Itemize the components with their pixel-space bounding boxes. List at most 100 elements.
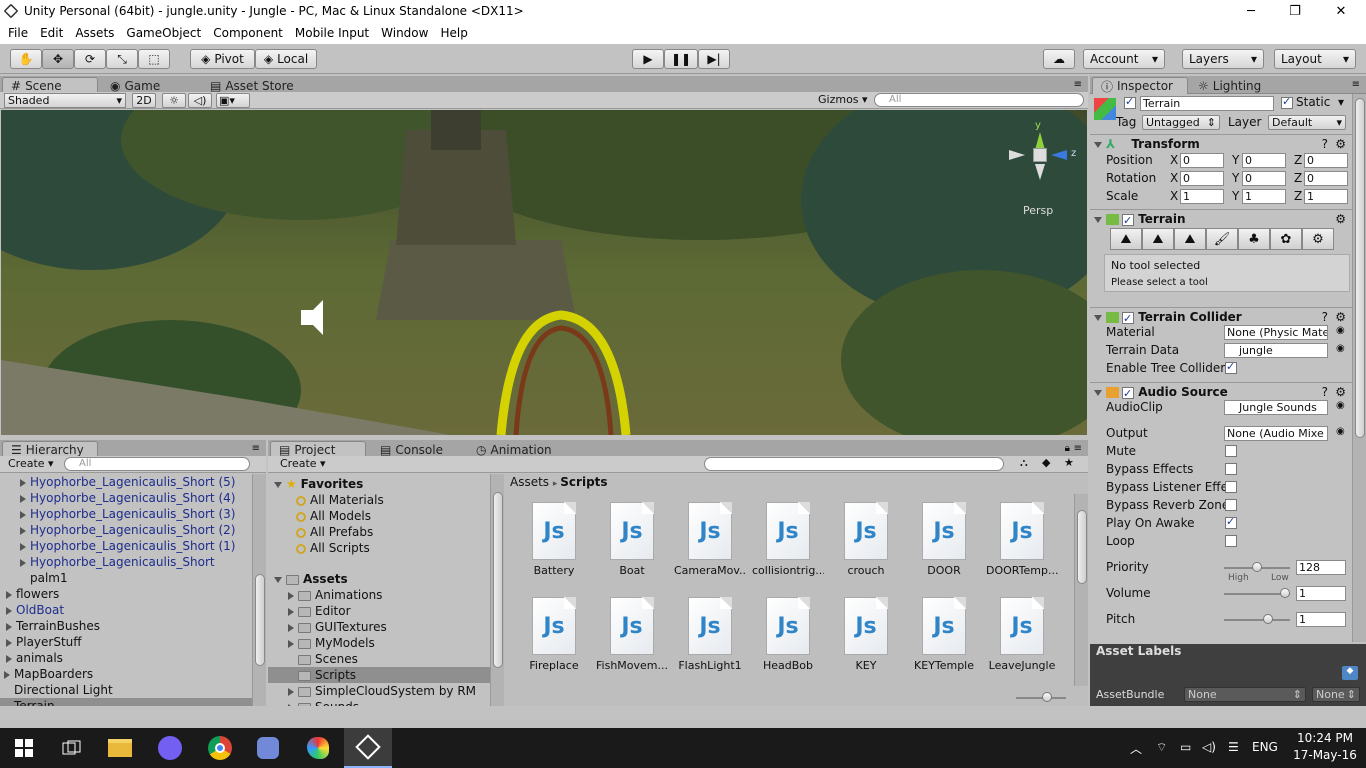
script-asset[interactable]: Js FlashLight1 [674,597,746,672]
gear-icon[interactable]: ⚙ [1335,383,1346,401]
menu-component[interactable]: Component [207,26,289,40]
project-folder[interactable]: Animations [268,587,490,603]
lock-icon[interactable]: 🔒︎ [1065,443,1070,454]
file-explorer-icon[interactable] [96,728,144,768]
pivot-toggle[interactable]: ◈ Pivot [190,49,255,69]
hierarchy-search-input[interactable]: All [64,457,250,471]
terrain-enabled-checkbox[interactable] [1122,212,1134,230]
project-folder[interactable]: MyModels [268,635,490,651]
volume-slider-knob[interactable] [1280,588,1290,598]
pitch-slider-knob[interactable] [1263,614,1274,624]
move-tool-button[interactable]: ✥ [42,49,74,69]
step-button[interactable]: ▶| [698,49,730,69]
gear-icon[interactable]: ⚙ [1335,210,1346,228]
project-folder[interactable]: Scenes [268,651,490,667]
hierarchy-item[interactable]: Hyophorbe_Lagenicaulis_Short (5) [0,474,252,490]
script-asset[interactable]: Js KEY [830,597,902,672]
action-center-icon[interactable]: ☰ [1228,740,1239,754]
menu-assets[interactable]: Assets [69,26,120,40]
audio-toggle-checkbox[interactable] [1225,463,1237,475]
minimize-button[interactable]: ─ [1228,0,1274,22]
paint-texture-icon[interactable]: 🖌︎ [1206,228,1238,250]
layout-dropdown[interactable]: Layout ▾ [1274,49,1356,69]
expand-arrow-icon[interactable] [20,510,26,519]
favorite-item[interactable]: All Prefabs [296,524,373,540]
transform-z-field[interactable]: 0 [1304,171,1348,186]
network-icon[interactable]: ⌔ [1156,740,1167,755]
expand-arrow-icon[interactable] [6,622,12,631]
maximize-button[interactable]: ❐ [1272,0,1318,22]
taskbar-clock[interactable]: 10:24 PM 17-May-16 [1292,731,1358,762]
help-icon[interactable]: ? [1322,308,1328,326]
object-name-field[interactable]: Terrain [1140,96,1274,111]
chevron-up-icon[interactable]: ︿ [1130,740,1142,757]
asset-zoom-slider[interactable] [1016,697,1066,699]
hierarchy-item[interactable]: Hyophorbe_Lagenicaulis_Short (3) [0,506,252,522]
pitch-field[interactable]: 1 [1296,612,1346,627]
script-asset[interactable]: Js HeadBob [752,597,824,672]
layers-dropdown[interactable]: Layers ▾ [1182,49,1264,69]
audio-toggle[interactable]: ◁) [188,93,212,108]
script-asset[interactable]: Js DOORTemp... [986,502,1058,577]
hierarchy-item[interactable]: Hyophorbe_Lagenicaulis_Short [0,554,252,570]
hierarchy-item[interactable]: Hyophorbe_Lagenicaulis_Short (2) [0,522,252,538]
scene-search-input[interactable]: All [874,93,1084,107]
hierarchy-item[interactable]: flowers [0,586,252,602]
audio-toggle-checkbox[interactable] [1225,481,1237,493]
search-by-label-icon[interactable]: ◆ [1042,456,1050,469]
favorite-item[interactable]: All Models [296,508,371,524]
project-create-button[interactable]: Create ▾ [280,457,326,470]
panel-menu-icon[interactable]: ≡ [1074,79,1082,90]
tree-collider-checkbox[interactable] [1225,360,1237,374]
priority-slider-knob[interactable] [1252,562,1262,572]
script-asset[interactable]: Js Boat [596,502,668,577]
place-trees-icon[interactable]: ♣ [1238,228,1270,250]
viber-icon[interactable] [146,728,194,768]
effects-dropdown[interactable]: ▣▾ [216,93,250,108]
favorite-item[interactable]: All Scripts [296,540,370,556]
hand-tool-button[interactable]: ✋ [10,49,42,69]
breadcrumb-assets[interactable]: Assets [510,475,549,489]
expand-arrow-icon[interactable] [6,638,12,647]
mode-2d-button[interactable]: 2D [132,93,156,108]
shading-dropdown[interactable]: Shaded ▾ [4,93,126,108]
gizmos-dropdown[interactable]: Gizmos ▾ [818,93,868,106]
folder-tree-scrollbar[interactable] [490,474,504,706]
audioclip-field[interactable]: Jungle Sounds [1224,400,1328,415]
script-asset[interactable]: Js FishMovem... [596,597,668,672]
orientation-gizmo[interactable]: y z Persp [1009,120,1079,217]
play-button[interactable]: ▶ [632,49,664,69]
panel-menu-icon[interactable]: ≡ [1074,443,1082,454]
hierarchy-item[interactable]: Hyophorbe_Lagenicaulis_Short (1) [0,538,252,554]
object-picker-icon[interactable]: ◉ [1336,343,1345,354]
expand-arrow-icon[interactable] [20,494,26,503]
object-picker-icon[interactable]: ◉ [1336,325,1345,336]
help-icon[interactable]: ? [1322,135,1328,153]
task-view-icon[interactable] [48,728,96,768]
local-toggle[interactable]: ◈ Local [255,49,317,69]
transform-x-field[interactable]: 0 [1180,153,1224,168]
project-folder[interactable]: SimpleCloudSystem by RM [268,683,490,699]
rotate-tool-button[interactable]: ⟳ [74,49,106,69]
project-folder[interactable]: Editor [268,603,490,619]
transform-y-field[interactable]: 0 [1242,153,1286,168]
volume-icon[interactable]: ◁) [1202,740,1216,754]
hierarchy-item[interactable]: MapBoarders [0,666,252,682]
cloud-button[interactable]: ☁ [1043,49,1075,69]
assetbundle-dropdown[interactable]: None ⇕ [1184,687,1306,702]
tab-lighting[interactable]: ☼ Lighting [1190,77,1269,94]
audio-toggle-checkbox[interactable] [1225,535,1237,547]
terrain-data-field[interactable]: jungle [1224,343,1328,358]
panel-menu-icon[interactable]: ≡ [1352,79,1360,90]
paint-details-icon[interactable]: ✿ [1270,228,1302,250]
panel-menu-icon[interactable]: ≡ [252,443,260,454]
static-dropdown-icon[interactable]: ▾ [1338,95,1344,109]
priority-field[interactable]: 128 [1296,560,1346,575]
hierarchy-item[interactable]: Terrain [0,698,252,706]
expand-arrow-icon[interactable] [20,526,26,535]
output-field[interactable]: None (Audio Mixe [1224,426,1328,441]
rect-tool-button[interactable]: ⬚ [138,49,170,69]
label-tag-icon[interactable]: ◆ [1342,666,1358,680]
smooth-height-icon[interactable]: ⛰ [1174,228,1206,250]
project-folder[interactable]: Sounds [268,699,490,706]
